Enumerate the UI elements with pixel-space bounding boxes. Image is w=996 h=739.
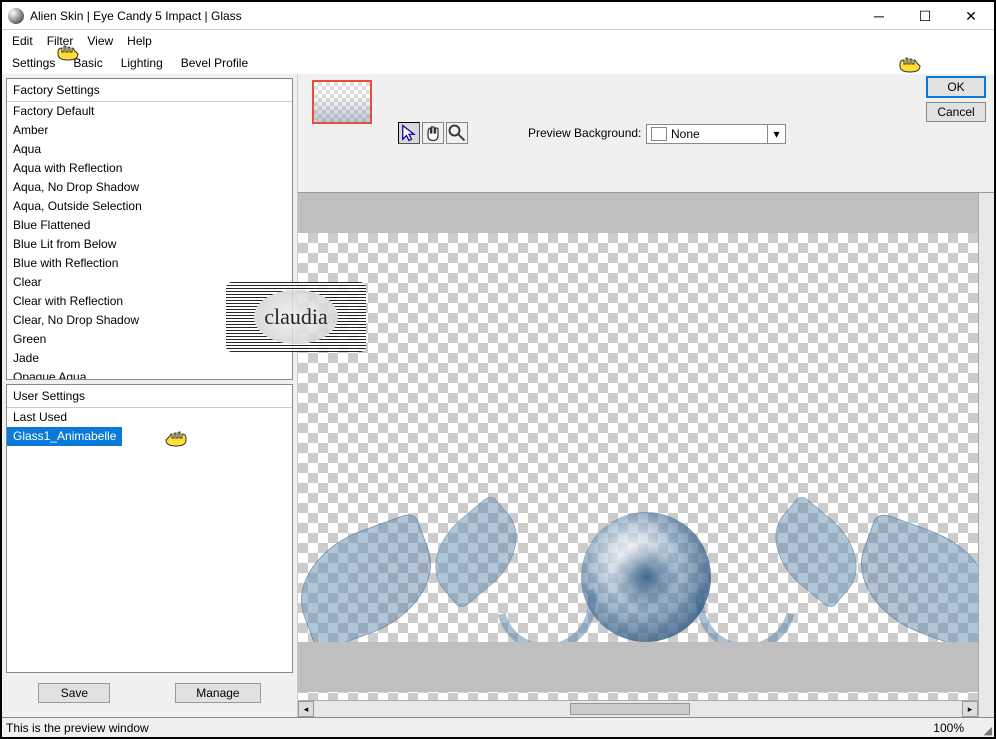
menu-help[interactable]: Help — [127, 34, 152, 48]
scrollbar-horizontal[interactable]: ◂ ▸ — [298, 700, 978, 717]
user-header: User Settings — [7, 385, 292, 408]
list-item[interactable]: Aqua — [7, 140, 292, 159]
tabs-row: Settings Basic Lighting Bevel Profile — [2, 52, 994, 74]
hand-tool-icon[interactable] — [422, 122, 444, 144]
list-item[interactable]: Amber — [7, 121, 292, 140]
list-item[interactable]: Last Used — [7, 408, 292, 427]
menu-filter[interactable]: Filter — [47, 34, 74, 48]
pointer-tool-icon[interactable] — [398, 122, 420, 144]
glass-ornament — [298, 442, 994, 662]
ok-button[interactable]: OK — [926, 76, 986, 98]
cancel-button[interactable]: Cancel — [926, 102, 986, 122]
tool-row: Preview Background: None ▾ OK Cancel — [298, 74, 994, 192]
bottom-buttons: Save Manage — [6, 677, 293, 713]
tab-basic[interactable]: Basic — [73, 56, 102, 70]
list-item[interactable]: Glass1_Animabelle — [7, 427, 122, 446]
app-icon — [8, 8, 24, 24]
preview-bg-select[interactable]: None ▾ — [646, 124, 786, 144]
manage-button[interactable]: Manage — [175, 683, 260, 703]
list-item[interactable]: Aqua, Outside Selection — [7, 197, 292, 216]
tab-bevel[interactable]: Bevel Profile — [181, 56, 248, 70]
preview-bg-label: Preview Background: — [528, 126, 641, 140]
gray-band-top — [298, 193, 994, 233]
settings-panel: Factory Settings Factory DefaultAmberAqu… — [2, 74, 298, 717]
window-title: Alien Skin | Eye Candy 5 Impact | Glass — [30, 9, 242, 23]
swatch-icon — [651, 127, 667, 141]
preview-panel: Preview Background: None ▾ OK Cancel — [298, 74, 994, 717]
list-item[interactable]: Blue Lit from Below — [7, 235, 292, 254]
list-item[interactable]: Aqua with Reflection — [7, 159, 292, 178]
gray-band-bottom — [298, 642, 994, 692]
menu-view[interactable]: View — [87, 34, 113, 48]
thumbnail[interactable] — [312, 80, 372, 124]
resize-grip-icon[interactable]: ◢ — [984, 724, 992, 737]
watermark-text: claudia — [264, 304, 328, 330]
list-item[interactable]: Blue with Reflection — [7, 254, 292, 273]
save-button[interactable]: Save — [38, 683, 110, 703]
scroll-left-icon[interactable]: ◂ — [298, 701, 314, 717]
tab-settings[interactable]: Settings — [12, 56, 55, 70]
maximize-button[interactable]: ☐ — [902, 2, 948, 30]
tab-lighting[interactable]: Lighting — [121, 56, 163, 70]
status-text: This is the preview window — [6, 721, 149, 735]
scrollbar-vertical[interactable] — [978, 193, 994, 717]
preview-canvas[interactable]: ◂ ▸ — [298, 192, 994, 717]
title-bar: Alien Skin | Eye Candy 5 Impact | Glass … — [2, 2, 994, 30]
zoom-tool-icon[interactable] — [446, 122, 468, 144]
list-item[interactable]: Opaque Aqua — [7, 368, 292, 380]
chevron-down-icon: ▾ — [767, 125, 785, 143]
scroll-right-icon[interactable]: ▸ — [962, 701, 978, 717]
scroll-thumb[interactable] — [570, 703, 690, 715]
list-item[interactable]: Blue Flattened — [7, 216, 292, 235]
menu-edit[interactable]: Edit — [12, 34, 33, 48]
status-bar: This is the preview window 100% ◢ — [2, 717, 994, 737]
watermark: claudia — [226, 282, 366, 352]
close-button[interactable]: ✕ — [948, 2, 994, 30]
list-item[interactable]: Factory Default — [7, 102, 292, 121]
user-settings-list[interactable]: User Settings Last UsedGlass1_Animabelle — [6, 384, 293, 673]
list-item[interactable]: Aqua, No Drop Shadow — [7, 178, 292, 197]
menu-bar: Edit Filter View Help — [2, 30, 994, 52]
minimize-button[interactable]: ─ — [856, 2, 902, 30]
factory-header: Factory Settings — [7, 79, 292, 102]
preview-bg-value: None — [671, 127, 700, 141]
